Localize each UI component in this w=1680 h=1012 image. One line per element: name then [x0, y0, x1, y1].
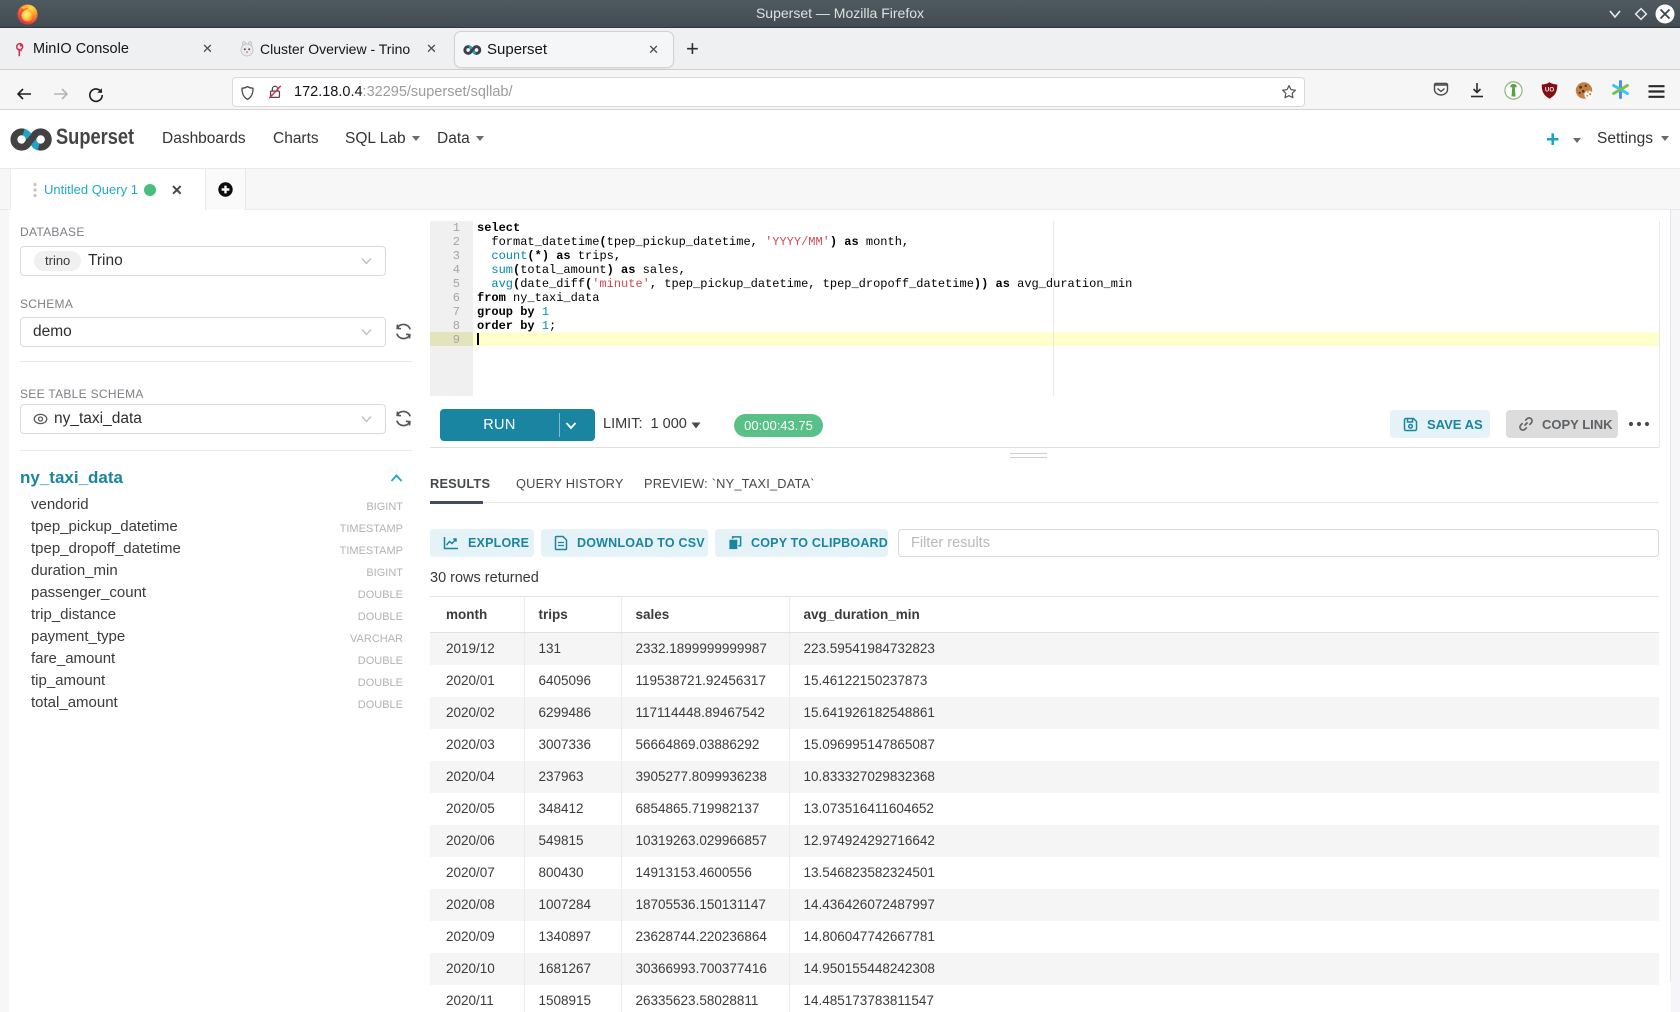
svg-text:UO: UO: [1545, 87, 1554, 94]
